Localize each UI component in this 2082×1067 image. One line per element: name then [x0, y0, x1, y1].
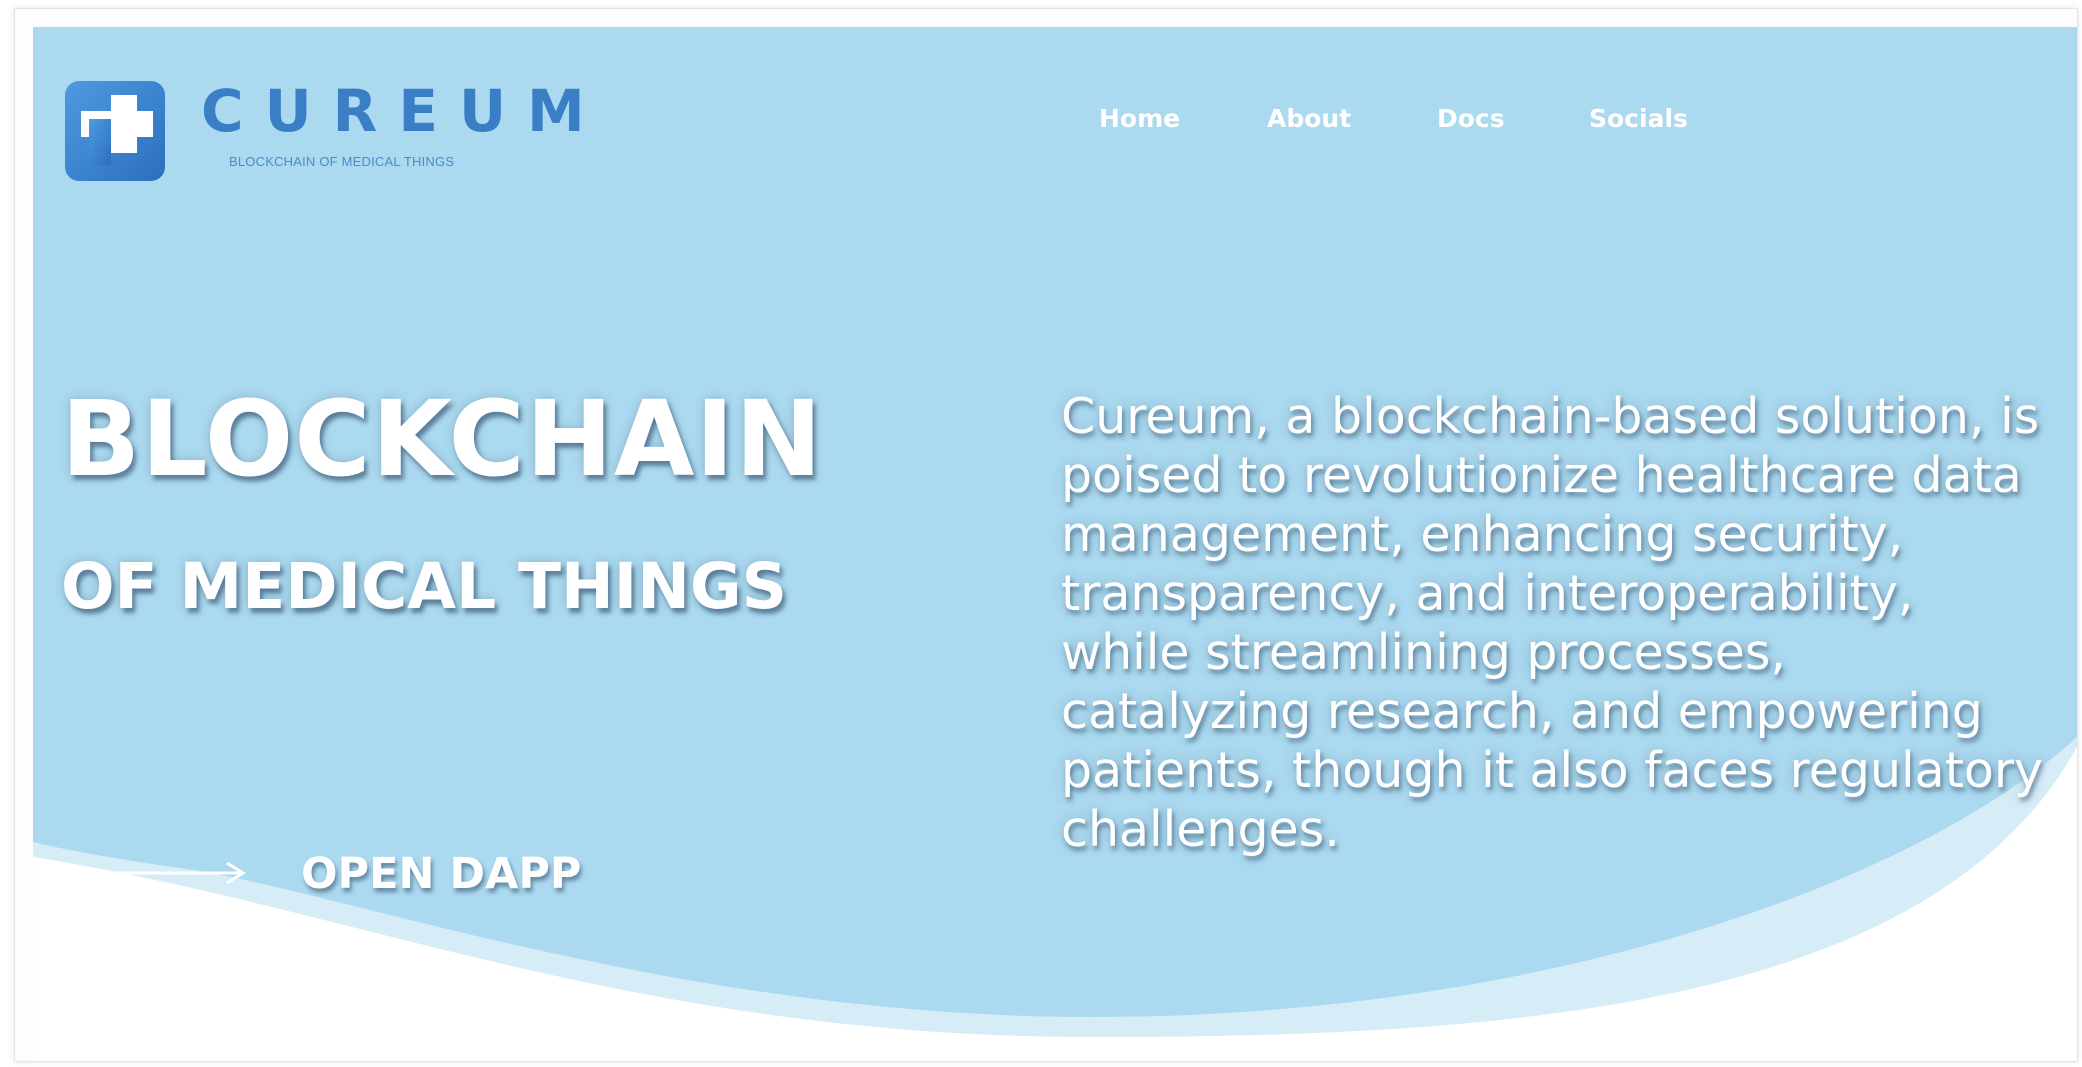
nav-socials-link[interactable]: Socials	[1589, 103, 1688, 136]
main-nav: Home About Docs Socials	[33, 103, 2077, 143]
page-frame: CUREUM BLOCKCHAIN OF MEDICAL THINGS Home…	[14, 8, 2078, 1062]
open-dapp-button[interactable]: OPEN DAPP	[115, 839, 635, 909]
nav-docs-link[interactable]: Docs	[1437, 103, 1505, 136]
hero-headline-line-2: OF MEDICAL THINGS	[61, 550, 788, 623]
open-dapp-label: OPEN DAPP	[301, 849, 582, 899]
hero-headline-line-1: BLOCKCHAIN	[61, 378, 824, 500]
nav-home-link[interactable]: Home	[1099, 103, 1180, 136]
hero-section: CUREUM BLOCKCHAIN OF MEDICAL THINGS Home…	[33, 27, 2077, 1061]
hero-description: Cureum, a blockchain-based solution, is …	[1061, 388, 2044, 858]
brand-tagline: BLOCKCHAIN OF MEDICAL THINGS	[229, 154, 455, 169]
arrow-right-icon	[117, 861, 246, 885]
nav-about-link[interactable]: About	[1267, 103, 1351, 136]
